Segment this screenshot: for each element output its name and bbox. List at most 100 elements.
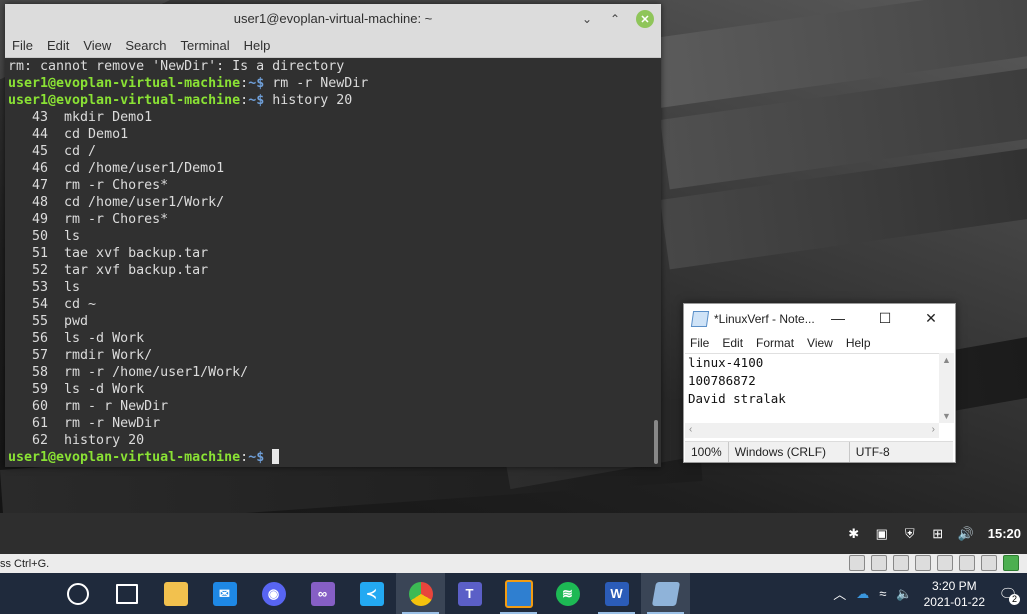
scroll-down-icon[interactable]: ▼ xyxy=(942,411,951,421)
recording-icon[interactable] xyxy=(981,555,997,571)
shared-folder-icon[interactable] xyxy=(937,555,953,571)
search-icon xyxy=(66,582,89,605)
taskbar-app-mail[interactable]: ✉ xyxy=(200,573,249,614)
notepad-window[interactable]: *LinuxVerf - Note... — ☐ ✕ File Edit For… xyxy=(683,303,956,463)
terminal-line: 58 rm -r /home/user1/Work/ xyxy=(8,365,249,380)
terminal-line: user1@evoplan-virtual-machine:~$ rm -r N… xyxy=(8,75,654,92)
encoding: UTF-8 xyxy=(855,445,890,459)
menu-view[interactable]: View xyxy=(807,336,840,350)
taskbar-app-chrome[interactable] xyxy=(396,573,445,614)
terminal-line: 45 cd / xyxy=(8,144,97,159)
text-line: linux-4100 xyxy=(688,355,764,370)
menu-edit[interactable]: Edit xyxy=(40,38,76,53)
close-icon[interactable]: ✕ xyxy=(920,308,942,328)
maximize-icon[interactable]: ☐ xyxy=(874,308,896,328)
bluetooth-icon[interactable]: ✱ xyxy=(846,526,862,542)
text-cursor xyxy=(272,449,280,464)
clipboard-icon[interactable]: ▣ xyxy=(874,526,890,542)
chevron-up-icon[interactable]: ︿ xyxy=(833,584,846,603)
horizontal-scrollbar[interactable]: ‹ › xyxy=(685,423,939,438)
terminal-line: 46 cd /home/user1/Demo1 xyxy=(8,161,225,176)
scroll-left-icon[interactable]: ‹ xyxy=(689,424,692,435)
volume-icon[interactable]: 🔊 xyxy=(958,526,974,542)
terminal-scrollbar[interactable] xyxy=(651,58,661,467)
notepad-menubar: File Edit Format View Help xyxy=(684,333,955,353)
virtualbox-icon xyxy=(504,579,533,608)
taskbar-app-file-explorer[interactable] xyxy=(151,573,200,614)
windows-taskbar: ✉ ◉ ∞ ≺ T ≋ W ︿ ☁ ≈ 🔈 3:20 PM 2021-01-22… xyxy=(0,573,1027,614)
notepad-editor[interactable]: linux-4100 100786872 David stralak xyxy=(685,353,942,424)
clock-time: 3:20 PM xyxy=(931,578,977,593)
host-key-icon[interactable] xyxy=(1003,555,1019,571)
display-icon[interactable] xyxy=(959,555,975,571)
terminal-line: 53 ls xyxy=(8,280,81,295)
scroll-right-icon[interactable]: › xyxy=(932,424,935,435)
minimize-icon[interactable]: — xyxy=(827,308,849,328)
taskbar-app-virtualbox[interactable] xyxy=(494,573,543,614)
taskbar-app-discord[interactable]: ◉ xyxy=(249,573,298,614)
system-tray: ︿ ☁ ≈ 🔈 3:20 PM 2021-01-22 🗨 2 xyxy=(828,573,1027,614)
menu-file[interactable]: File xyxy=(690,336,716,350)
terminal-line: 60 rm - r NewDir xyxy=(8,399,169,414)
terminal-titlebar[interactable]: user1@evoplan-virtual-machine: ~ ⌄ ⌃ ✕ xyxy=(5,4,661,33)
vertical-scrollbar[interactable]: ▲ ▼ xyxy=(939,353,954,423)
terminal-line: 62 history 20 xyxy=(8,433,145,448)
menu-help[interactable]: Help xyxy=(846,336,878,350)
taskbar-clock[interactable]: 3:20 PM 2021-01-22 xyxy=(924,578,985,610)
clock-date: 2021-01-22 xyxy=(923,594,985,609)
vscode-icon: ≺ xyxy=(359,581,384,606)
optical-drive-icon[interactable] xyxy=(871,555,887,571)
taskbar-app-vscode[interactable]: ≺ xyxy=(347,573,396,614)
command-text xyxy=(264,450,272,465)
task-view-icon xyxy=(115,583,138,604)
start-button[interactable] xyxy=(0,573,53,614)
search-button[interactable] xyxy=(53,573,102,614)
menu-search[interactable]: Search xyxy=(118,38,173,53)
notification-center-button[interactable]: 🗨 2 xyxy=(993,585,1023,605)
prompt-user: user1@evoplan-virtual-machine xyxy=(8,93,241,108)
terminal-line: 52 tar xvf backup.tar xyxy=(8,263,209,278)
network-adapter-icon[interactable] xyxy=(893,555,909,571)
menu-format[interactable]: Format xyxy=(756,336,801,350)
usb-icon[interactable] xyxy=(915,555,931,571)
minimize-icon[interactable]: ⌄ xyxy=(578,10,596,28)
menu-help[interactable]: Help xyxy=(237,38,278,53)
wifi-icon[interactable]: ≈ xyxy=(879,586,886,601)
scroll-up-icon[interactable]: ▲ xyxy=(942,355,951,365)
taskbar-app-visual-studio[interactable]: ∞ xyxy=(298,573,347,614)
scrollbar-thumb[interactable] xyxy=(654,420,658,464)
line-ending: Windows (CRLF) xyxy=(729,442,850,462)
notepad-title: *LinuxVerf - Note... xyxy=(714,311,815,326)
mail-icon: ✉ xyxy=(212,581,237,606)
close-icon[interactable]: ✕ xyxy=(636,10,654,28)
taskbar-app-word[interactable]: W xyxy=(592,573,641,614)
speaker-icon[interactable]: 🔈 xyxy=(896,586,912,602)
shield-icon[interactable]: ⛨ xyxy=(902,526,918,542)
spotify-icon: ≋ xyxy=(555,581,580,606)
notepad-titlebar[interactable]: *LinuxVerf - Note... — ☐ ✕ xyxy=(684,304,955,333)
taskbar-app-notepad[interactable] xyxy=(641,573,690,614)
notepad-statusbar: 100% Windows (CRLF) UTF-8 xyxy=(685,441,953,462)
terminal-line: user1@evoplan-virtual-machine:~$ xyxy=(8,449,654,466)
menu-terminal[interactable]: Terminal xyxy=(174,38,237,53)
panel-clock[interactable]: 15:20 xyxy=(988,526,1021,541)
text-line: 100786872 xyxy=(688,373,756,388)
terminal-window[interactable]: user1@evoplan-virtual-machine: ~ ⌄ ⌃ ✕ F… xyxy=(5,4,661,467)
taskbar-app-spotify[interactable]: ≋ xyxy=(543,573,592,614)
menu-edit[interactable]: Edit xyxy=(722,336,750,350)
terminal-output[interactable]: rm: cannot remove 'NewDir': Is a directo… xyxy=(5,58,654,467)
terminal-line: 51 tae xvf backup.tar xyxy=(8,246,209,261)
maximize-icon[interactable]: ⌃ xyxy=(606,10,624,28)
taskbar-app-teams[interactable]: T xyxy=(445,573,494,614)
menu-view[interactable]: View xyxy=(76,38,118,53)
task-view-button[interactable] xyxy=(102,573,151,614)
menu-file[interactable]: File xyxy=(5,38,40,53)
terminal-line: 43 mkdir Demo1 xyxy=(8,110,153,125)
terminal-line: user1@evoplan-virtual-machine:~$ history… xyxy=(8,92,654,109)
teams-icon: T xyxy=(457,581,482,606)
discord-icon: ◉ xyxy=(261,581,286,606)
terminal-line: 59 ls -d Work xyxy=(8,382,145,397)
hard-disk-icon[interactable] xyxy=(849,555,865,571)
network-icon[interactable]: ⊞ xyxy=(930,526,946,542)
onedrive-icon[interactable]: ☁ xyxy=(856,586,869,602)
